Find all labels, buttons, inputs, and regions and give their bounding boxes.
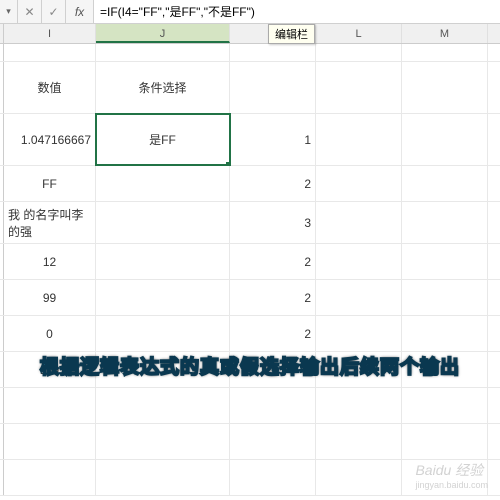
col-header-L[interactable]: L xyxy=(316,24,402,43)
cell[interactable]: 0 xyxy=(4,316,96,351)
cell[interactable] xyxy=(402,202,488,243)
cell[interactable] xyxy=(96,244,230,279)
formula-bar-tooltip: 编辑栏 xyxy=(268,24,315,44)
spreadsheet-grid[interactable]: 数值条件选择1.047166667是FF1 FF 2 我 的名字叫李的强 3 12 2 99 2… xyxy=(0,44,500,496)
cell[interactable] xyxy=(316,44,402,61)
cell[interactable] xyxy=(96,44,230,61)
cell[interactable] xyxy=(96,166,230,201)
cell[interactable] xyxy=(230,62,316,113)
cell[interactable] xyxy=(316,62,402,113)
cell[interactable] xyxy=(4,460,96,495)
cell[interactable]: 2 xyxy=(230,166,316,201)
cell[interactable] xyxy=(96,316,230,351)
cell[interactable]: 3 xyxy=(230,202,316,243)
cell[interactable]: 我 的名字叫李的强 xyxy=(4,202,96,243)
cell[interactable] xyxy=(96,202,230,243)
watermark: Baidu 经验 jingyan.baidu.com xyxy=(415,460,488,490)
cell[interactable] xyxy=(316,114,402,165)
cell[interactable] xyxy=(402,166,488,201)
cell[interactable] xyxy=(402,388,488,423)
name-box-dropdown-icon[interactable]: ▾ xyxy=(0,0,18,23)
cell[interactable] xyxy=(96,460,230,495)
cell[interactable] xyxy=(96,280,230,315)
cell[interactable]: 2 xyxy=(230,244,316,279)
cell[interactable]: 2 xyxy=(230,280,316,315)
cancel-icon[interactable]: ✕ xyxy=(18,0,42,23)
cell[interactable] xyxy=(316,202,402,243)
cell[interactable]: 条件选择 xyxy=(96,62,230,113)
col-header-J[interactable]: J xyxy=(96,24,230,43)
cell[interactable] xyxy=(402,44,488,61)
fx-icon[interactable]: fx xyxy=(66,0,94,23)
cell[interactable]: FF xyxy=(4,166,96,201)
cell[interactable] xyxy=(4,388,96,423)
col-header-M[interactable]: M xyxy=(402,24,488,43)
cell[interactable] xyxy=(96,388,230,423)
cell[interactable] xyxy=(230,424,316,459)
cell[interactable]: 1.047166667 xyxy=(4,114,96,165)
video-caption: 根据逻辑表达式的真或假选择输出后续两个输出 xyxy=(0,352,500,379)
cell[interactable]: 12 xyxy=(4,244,96,279)
cell[interactable] xyxy=(316,280,402,315)
cell[interactable] xyxy=(316,244,402,279)
cell[interactable] xyxy=(230,460,316,495)
cell[interactable] xyxy=(4,44,96,61)
cell[interactable]: 99 xyxy=(4,280,96,315)
cell[interactable] xyxy=(316,460,402,495)
formula-bar: ▾ ✕ ✓ fx xyxy=(0,0,500,24)
cell[interactable] xyxy=(4,424,96,459)
watermark-sub: jingyan.baidu.com xyxy=(415,480,488,490)
cell[interactable] xyxy=(402,424,488,459)
cell[interactable]: 数值 xyxy=(4,62,96,113)
fill-handle[interactable] xyxy=(226,162,230,165)
column-headers: I J K L M xyxy=(0,24,500,44)
cell[interactable] xyxy=(230,388,316,423)
cell[interactable]: 2 xyxy=(230,316,316,351)
formula-input[interactable] xyxy=(94,0,500,23)
cell[interactable] xyxy=(96,424,230,459)
watermark-main: Baidu 经验 xyxy=(415,462,483,478)
cell[interactable] xyxy=(316,388,402,423)
cell[interactable] xyxy=(316,166,402,201)
cell[interactable] xyxy=(402,316,488,351)
cell[interactable]: 是FF xyxy=(96,114,230,165)
cell[interactable] xyxy=(316,316,402,351)
cell[interactable] xyxy=(402,280,488,315)
cell[interactable]: 1 xyxy=(230,114,316,165)
cell[interactable] xyxy=(402,114,488,165)
confirm-icon[interactable]: ✓ xyxy=(42,0,66,23)
cell[interactable] xyxy=(402,62,488,113)
cell[interactable] xyxy=(402,244,488,279)
cell[interactable] xyxy=(230,44,316,61)
cell[interactable] xyxy=(316,424,402,459)
col-header-I[interactable]: I xyxy=(4,24,96,43)
